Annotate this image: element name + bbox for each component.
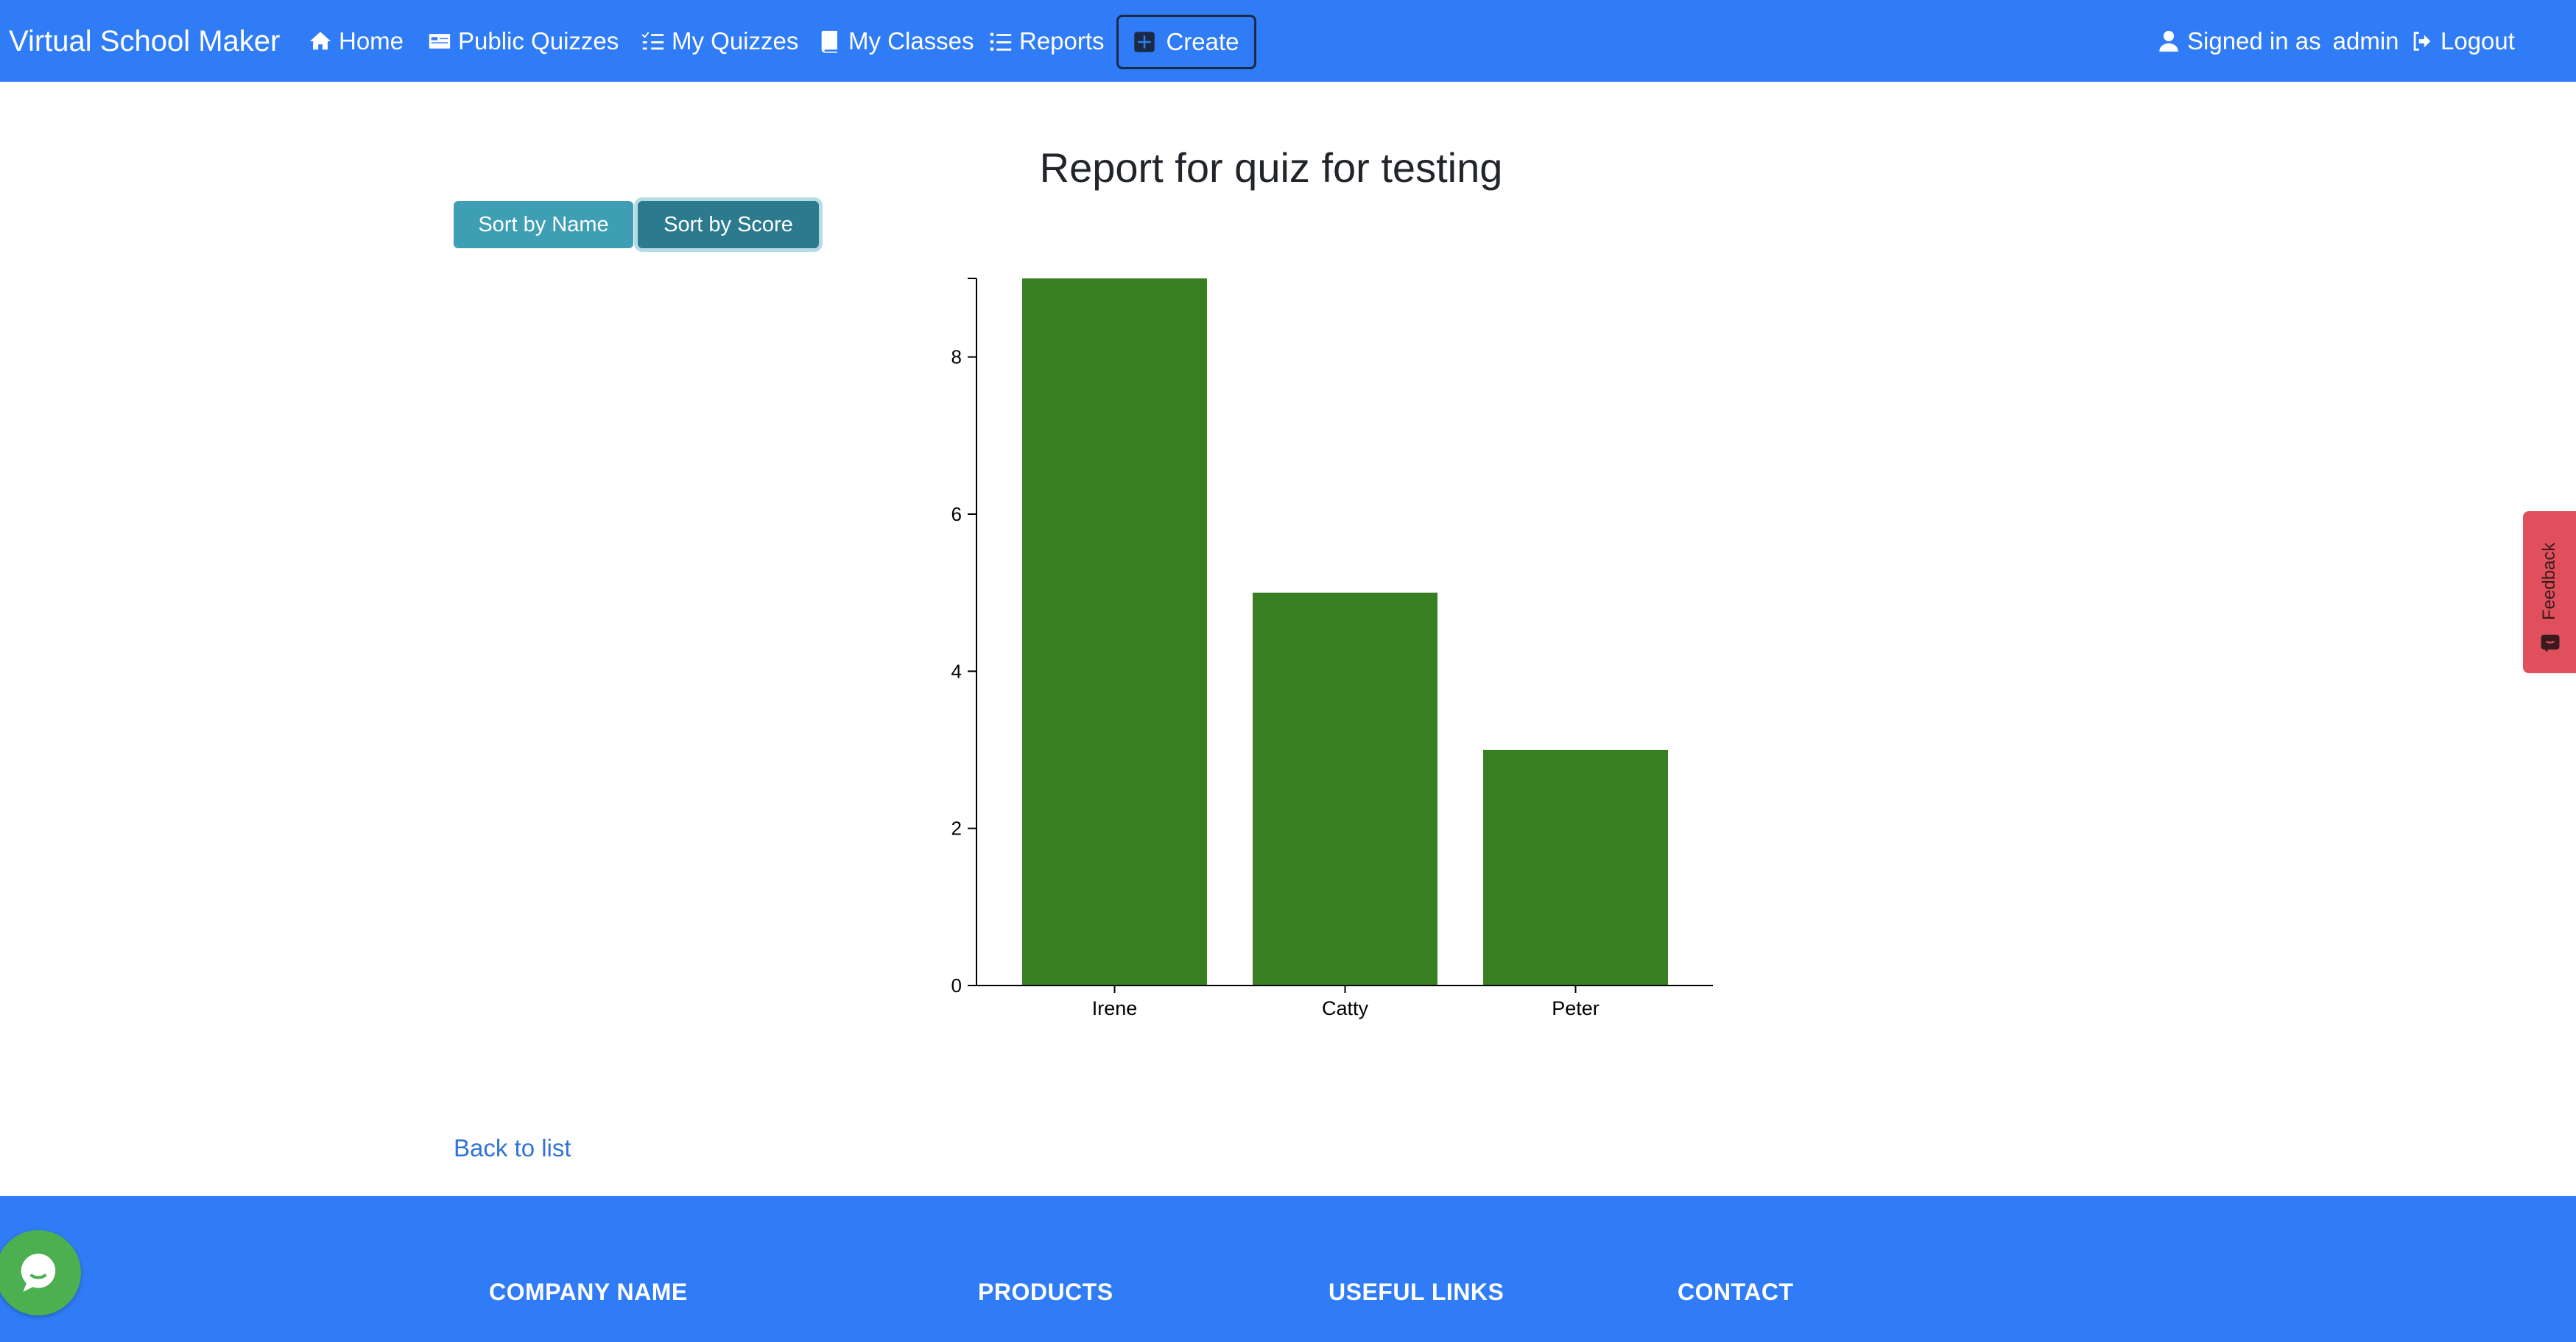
chat-bubble-icon	[21, 1254, 56, 1292]
logout-link[interactable]: Logout	[2410, 25, 2515, 57]
list-icon	[990, 32, 1012, 51]
create-button[interactable]: Create	[1116, 15, 1256, 69]
x-tick-label-catty: Catty	[1322, 997, 1369, 1019]
top-navbar: Virtual School Maker Home Public Quizzes…	[0, 0, 2576, 82]
nav-home[interactable]: Home	[308, 25, 404, 57]
home-icon	[309, 32, 331, 50]
nav-public-quizzes[interactable]: Public Quizzes	[427, 25, 619, 57]
footer-heading-useful-links: USEFUL LINKS	[1329, 1279, 1505, 1305]
username: admin	[2332, 27, 2399, 55]
plus-square-icon	[1134, 32, 1155, 52]
page-title: Report for quiz for testing	[1039, 144, 1503, 191]
bar-chart-svg: 0 2 4 6 8 Irene Catty Peter	[951, 278, 1713, 1019]
bar-irene	[1022, 278, 1207, 986]
footer-heading-products: PRODUCTS	[978, 1279, 1113, 1305]
checklist-icon	[641, 32, 664, 50]
x-tick-label-irene: Irene	[1092, 997, 1138, 1019]
create-button-label: Create	[1166, 28, 1239, 55]
bar-catty	[1253, 592, 1437, 986]
book-icon	[821, 30, 837, 53]
y-tick-label-0: 0	[951, 974, 962, 997]
footer-heading-contact: CONTACT	[1678, 1279, 1794, 1305]
y-tick-label-2: 2	[951, 818, 962, 840]
nav-my-classes[interactable]: My Classes	[817, 25, 974, 57]
footer	[0, 1196, 2576, 1342]
nav-public-quizzes-label: Public Quizzes	[458, 27, 619, 55]
card-icon	[429, 34, 451, 49]
back-to-list-link[interactable]: Back to list	[454, 1134, 571, 1162]
nav-reports[interactable]: Reports	[988, 25, 1105, 57]
user-icon	[2159, 30, 2178, 52]
sort-by-score-button[interactable]: Sort by Score	[638, 201, 819, 248]
logout-icon	[2413, 32, 2431, 51]
chat-square-icon	[2541, 634, 2560, 653]
brand-name[interactable]: Virtual School Maker	[9, 23, 280, 60]
feedback-label: Feedback	[2539, 542, 2559, 620]
nav-my-classes-label: My Classes	[848, 27, 974, 55]
feedback-tab[interactable]: Feedback	[2523, 511, 2576, 673]
y-tick-label-6: 6	[951, 503, 962, 525]
nav-reports-label: Reports	[1019, 27, 1105, 55]
footer-heading-company: COMPANY NAME	[489, 1279, 688, 1305]
sort-by-name-button[interactable]: Sort by Name	[454, 201, 633, 248]
bar-peter	[1483, 750, 1668, 986]
nav-my-quizzes[interactable]: My Quizzes	[641, 25, 798, 57]
signed-in-info: Signed in as admin	[2156, 25, 2399, 57]
y-tick-label-4: 4	[951, 660, 962, 682]
signed-in-label: Signed in as	[2187, 27, 2321, 55]
x-tick-label-peter: Peter	[1552, 997, 1600, 1019]
nav-home-label: Home	[339, 27, 404, 55]
score-chart: 0 2 4 6 8 Irene Catty Peter	[913, 262, 1738, 1036]
y-tick-label-8: 8	[951, 346, 962, 368]
nav-my-quizzes-label: My Quizzes	[672, 27, 799, 55]
logout-label: Logout	[2440, 27, 2515, 55]
